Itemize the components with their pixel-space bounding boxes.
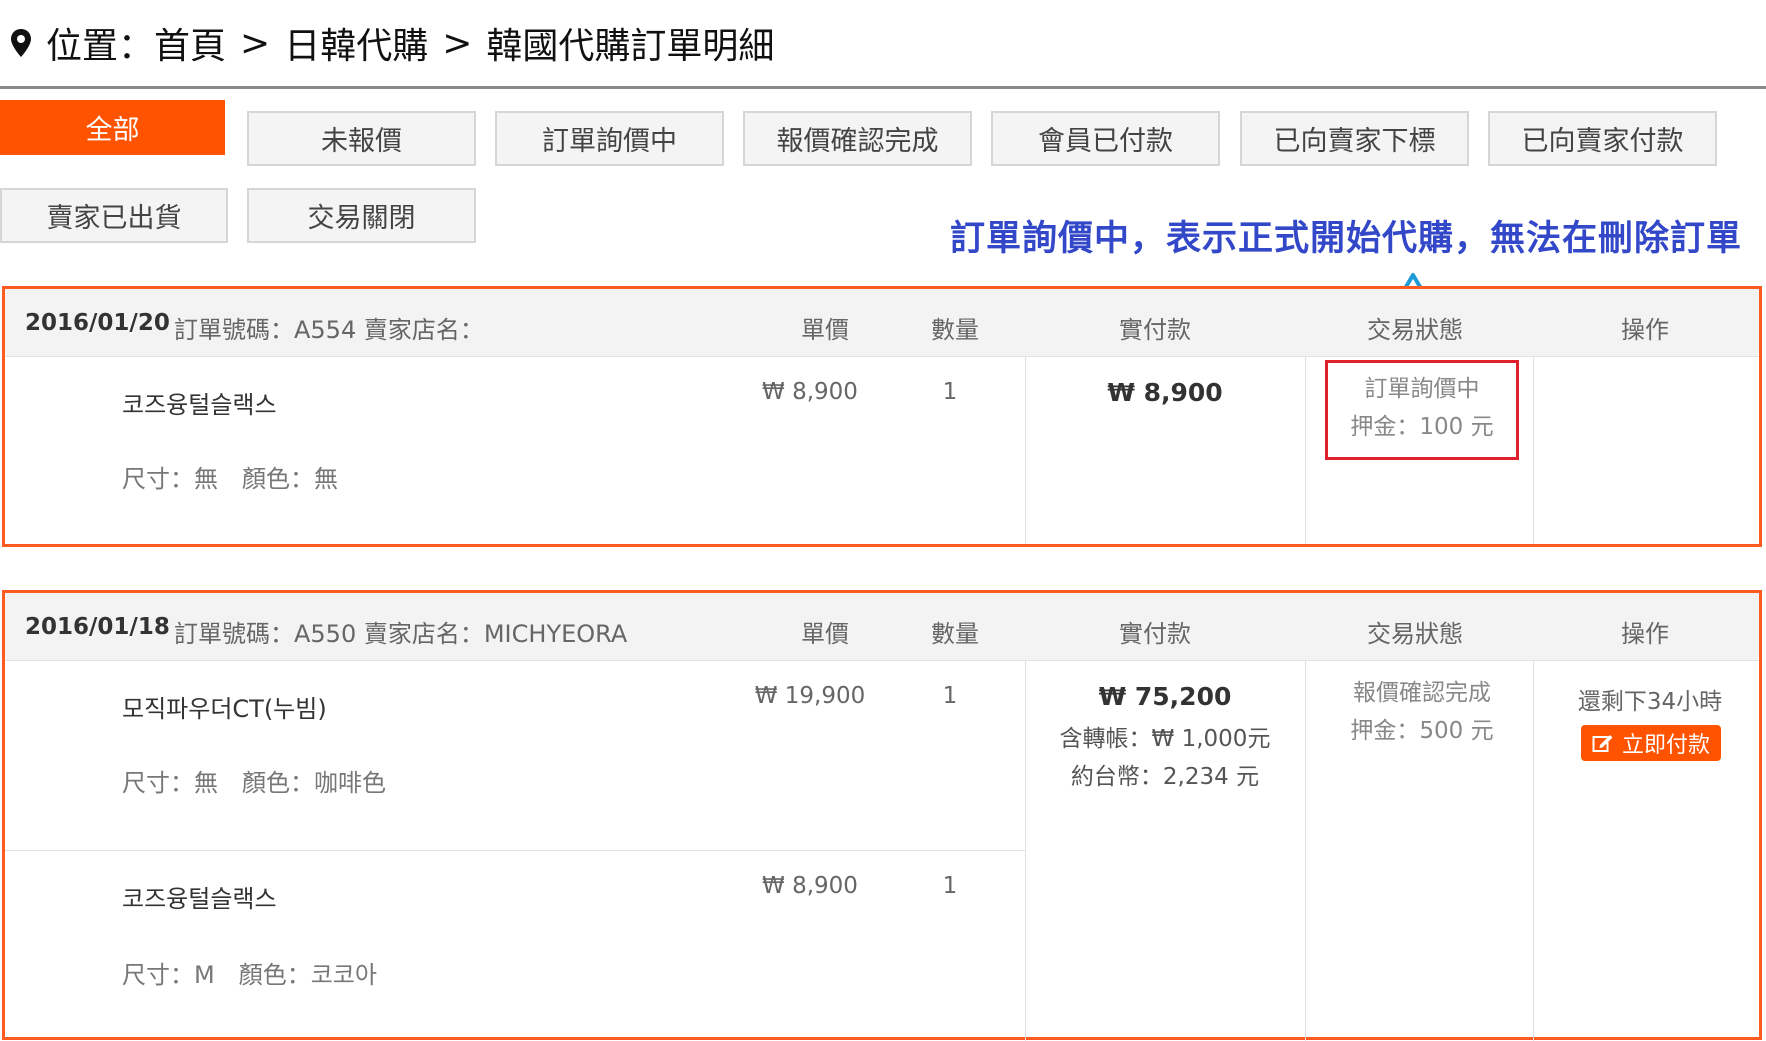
paid-amount: ₩ 75,200 — [1098, 682, 1232, 711]
col-action: 操作 — [1621, 620, 1669, 648]
product-name[interactable]: 코즈융털슬랙스 — [122, 879, 277, 914]
location-pin-icon — [11, 29, 31, 57]
tab-unquoted[interactable]: 未報價 — [247, 111, 476, 166]
order-card: 2016/01/20 訂單號碼：A554 賣家店名： 單價 數量 實付款 交易狀… — [2, 286, 1762, 547]
breadcrumb: 位置： 首頁 > 日韓代購 > 韓國代購訂單明細 — [0, 0, 1766, 89]
order-status: 報價確認完成 押金：500 元 — [1325, 674, 1519, 750]
product-spec: 尺寸：無 顏色：無 — [122, 465, 338, 493]
paid-amount: ₩ 8,900 — [1107, 378, 1223, 407]
tab-inquiring[interactable]: 訂單詢價中 — [495, 111, 724, 166]
tab-all[interactable]: 全部 — [0, 100, 225, 155]
order-info: 訂單號碼：A554 賣家店名： — [174, 316, 484, 344]
deposit-text: 押金：500 元 — [1350, 718, 1494, 744]
breadcrumb-separator: > — [442, 22, 473, 64]
col-unit-price: 單價 — [801, 620, 849, 648]
tab-seller-shipped[interactable]: 賣家已出貨 — [0, 188, 228, 243]
pay-now-button[interactable]: 立即付款 — [1581, 725, 1721, 761]
col-paid: 實付款 — [1119, 316, 1191, 344]
column-divider — [1533, 357, 1534, 544]
order-header: 2016/01/18 訂單號碼：A550 賣家店名：MICHYEORA 單價 數… — [5, 593, 1759, 661]
column-divider — [1533, 661, 1534, 1041]
breadcrumb-home[interactable]: 首頁 — [154, 17, 226, 69]
unit-price: ₩ 8,900 — [762, 379, 858, 405]
item-divider — [5, 850, 1025, 851]
transfer-fee: 含轉帳：₩ 1,000元 — [1059, 726, 1271, 752]
order-date: 2016/01/18 — [25, 614, 170, 640]
tab-ordered-from-seller[interactable]: 已向賣家下標 — [1240, 111, 1469, 166]
status-text: 報價確認完成 — [1353, 680, 1491, 706]
col-quantity: 數量 — [931, 620, 979, 648]
col-status: 交易狀態 — [1367, 620, 1463, 648]
tab-quote-confirmed[interactable]: 報價確認完成 — [743, 111, 972, 166]
edit-icon — [1592, 735, 1613, 752]
product-name[interactable]: 모직파우더CT(누빔) — [122, 689, 327, 724]
order-header: 2016/01/20 訂單號碼：A554 賣家店名： 單價 數量 實付款 交易狀… — [5, 289, 1759, 357]
order-status: 訂單詢價中 押金：100 元 — [1325, 370, 1519, 446]
col-status: 交易狀態 — [1367, 316, 1463, 344]
order-card: 2016/01/18 訂單號碼：A550 賣家店名：MICHYEORA 單價 數… — [2, 590, 1762, 1041]
annotation-note: 訂單詢價中，表示正式開始代購，無法在刪除訂單 — [950, 219, 1743, 259]
breadcrumb-japan-korea[interactable]: 日韓代購 — [284, 17, 428, 69]
quantity: 1 — [942, 873, 958, 899]
unit-price: ₩ 8,900 — [762, 873, 858, 899]
col-action: 操作 — [1621, 316, 1669, 344]
breadcrumb-separator: > — [240, 22, 271, 64]
deposit-text: 押金：100 元 — [1350, 414, 1494, 440]
product-spec: 尺寸：M 顏色：코코아 — [122, 961, 377, 989]
tab-paid-seller[interactable]: 已向賣家付款 — [1488, 111, 1717, 166]
product-name[interactable]: 코즈융털슬랙스 — [122, 385, 277, 420]
col-unit-price: 單價 — [801, 316, 849, 344]
twd-amount: 約台幣：2,234 元 — [1070, 764, 1260, 790]
column-divider — [1025, 357, 1026, 544]
breadcrumb-current: 韓國代購訂單明細 — [486, 26, 775, 67]
quantity: 1 — [942, 683, 958, 709]
col-quantity: 數量 — [931, 316, 979, 344]
tab-closed[interactable]: 交易關閉 — [247, 188, 476, 243]
column-divider — [1025, 661, 1026, 1041]
breadcrumb-prefix: 位置： — [46, 26, 155, 67]
pay-now-label: 立即付款 — [1621, 733, 1710, 758]
order-date: 2016/01/20 — [25, 310, 170, 336]
col-paid: 實付款 — [1119, 620, 1191, 648]
order-info: 訂單號碼：A550 賣家店名：MICHYEORA — [174, 620, 628, 648]
column-divider — [1305, 661, 1306, 1041]
product-spec: 尺寸：無 顏色：咖啡色 — [122, 769, 386, 797]
remaining-time: 還剩下34小時 — [1577, 689, 1723, 715]
status-text: 訂單詢價中 — [1364, 376, 1480, 402]
unit-price: ₩ 19,900 — [754, 683, 866, 709]
column-divider — [1305, 357, 1306, 544]
quantity: 1 — [942, 379, 958, 405]
tab-member-paid[interactable]: 會員已付款 — [991, 111, 1220, 166]
